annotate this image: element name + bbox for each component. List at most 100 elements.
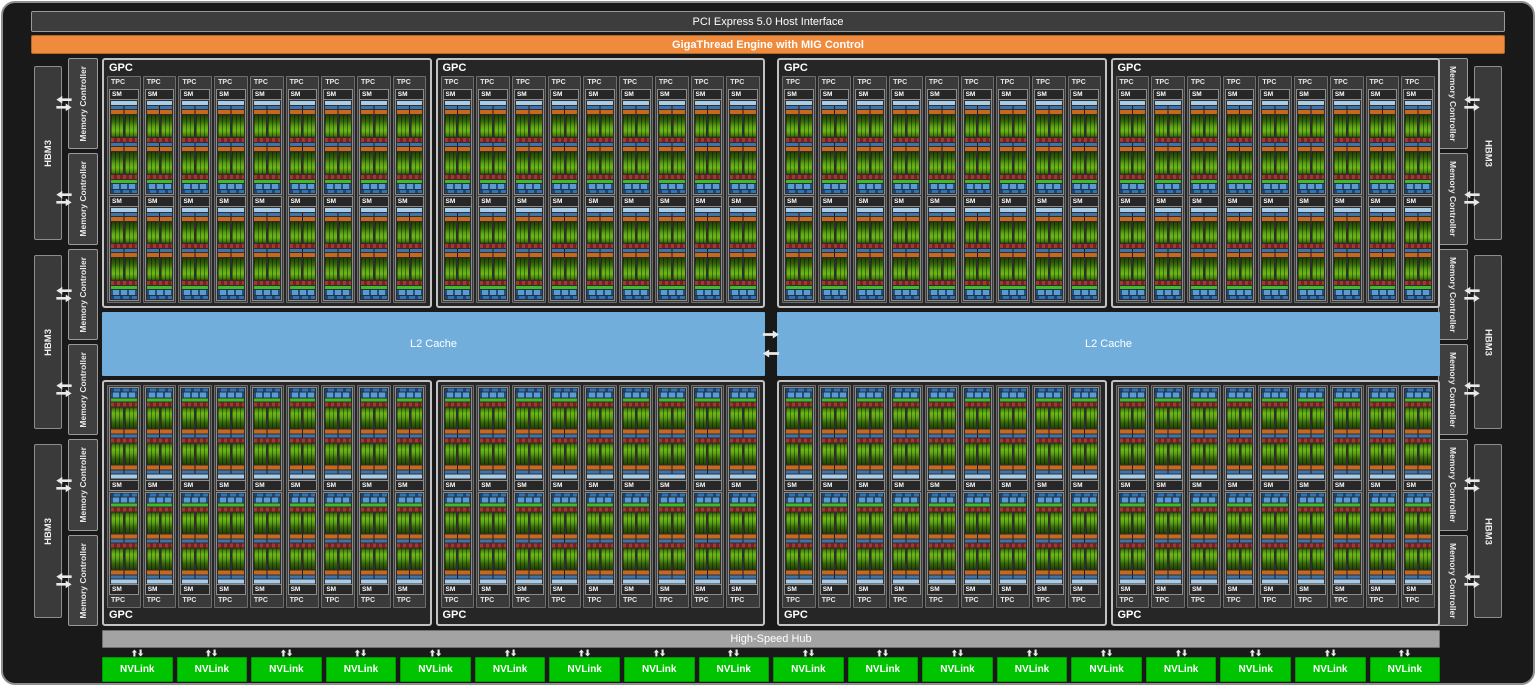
sm-shared-memory-stripe <box>147 180 173 183</box>
sm-core-column <box>1205 115 1217 137</box>
sm-scheduler-stripe <box>1405 213 1431 216</box>
sm-core-column <box>601 258 613 280</box>
sm-texture-units-stripe <box>1298 393 1324 398</box>
sm-shared-memory-stripe <box>361 286 387 289</box>
sm-core-block <box>695 548 721 569</box>
sm-core-block <box>111 548 137 569</box>
sm-core-block <box>587 258 613 280</box>
sm-register-stripe <box>1370 244 1396 248</box>
sm-body <box>1226 388 1254 480</box>
sm-core-block <box>1191 258 1217 280</box>
sm-body <box>324 100 352 194</box>
sm-block: SM <box>395 492 425 596</box>
sm-core-column <box>744 513 756 534</box>
sm-core-column <box>125 444 137 465</box>
sm-register-stripe <box>730 138 756 142</box>
sm-core-block <box>1298 408 1324 429</box>
sm-scheduler-stripe <box>857 213 883 216</box>
sm-scheduler-stripe <box>730 435 756 438</box>
sm-register-stripe <box>1036 138 1062 142</box>
sm-scheduler-stripe <box>1298 471 1324 474</box>
sm-body <box>217 100 245 194</box>
sm-shared-memory-stripe <box>1227 180 1253 183</box>
sm-shared-memory-stripe <box>1334 399 1360 402</box>
sm-shared-memory-stripe <box>786 504 812 507</box>
sm-core-column <box>871 408 883 429</box>
tpc-block: TPCSMSM <box>853 76 887 303</box>
sm-label: SM <box>821 197 849 207</box>
sm-core-block <box>1262 444 1288 465</box>
sm-core-column <box>786 115 798 137</box>
sm-register-stripe <box>929 403 955 407</box>
sm-load-store-stripe <box>1155 190 1181 193</box>
sm-core-column <box>552 408 564 429</box>
sm-core-column <box>1241 408 1253 429</box>
sm-shared-memory-stripe <box>857 399 883 402</box>
sm-scheduler-stripe <box>857 435 883 438</box>
sm-core-column <box>1014 152 1026 174</box>
sm-scheduler-stripe <box>1120 471 1146 474</box>
sm-dispatch-stripe <box>1120 147 1146 151</box>
sm-core-block <box>929 408 955 429</box>
sm-core-block <box>361 115 387 137</box>
sm-register-stripe <box>1298 244 1324 248</box>
sm-dispatch-stripe <box>623 253 649 257</box>
sm-register-stripe <box>1155 281 1181 285</box>
sm-block: SM <box>252 89 282 195</box>
sm-core-column <box>1334 222 1346 244</box>
nvlink-block: NVLink <box>1370 657 1441 682</box>
sm-texture-units-stripe <box>182 290 208 295</box>
sm-core-block <box>659 222 685 244</box>
sm-load-store-stripe <box>290 296 316 299</box>
sm-scheduler-stripe <box>445 106 471 109</box>
sm-register-stripe <box>1120 439 1146 443</box>
sm-texture-units-stripe <box>1298 290 1324 295</box>
sm-shared-memory-stripe <box>1072 180 1098 183</box>
sm-l1-cache-stripe <box>1120 475 1146 479</box>
sm-dispatch-stripe <box>1370 534 1396 538</box>
sm-scheduler-stripe <box>587 575 613 578</box>
sm-register-stripe <box>361 175 387 179</box>
gpc-block: GPCTPCSMSMTPCSMSMTPCSMSMTPCSMSMTPCSMSMTP… <box>102 58 432 308</box>
sm-shared-memory-stripe <box>965 504 991 507</box>
sm-dispatch-stripe <box>111 110 137 114</box>
sm-shared-memory-stripe <box>480 180 506 183</box>
sm-core-column <box>623 513 635 534</box>
tpc-label: TPC <box>963 596 993 606</box>
sm-texture-units-stripe <box>361 290 387 295</box>
sm-scheduler-stripe <box>1298 539 1324 542</box>
sm-l1-cache-stripe <box>1370 475 1396 479</box>
sm-dispatch-stripe <box>786 466 812 470</box>
sm-texture-units-stripe <box>1072 393 1098 398</box>
sm-body <box>729 100 757 194</box>
nvlink-block: NVLink <box>177 657 248 682</box>
sm-core-column <box>530 152 542 174</box>
sm-body <box>729 493 757 585</box>
nvlink-block: NVLink <box>326 657 397 682</box>
tpc-block: TPCSMSM <box>143 76 177 303</box>
sm-core-column <box>1120 444 1132 465</box>
sm-label: SM <box>785 480 813 490</box>
sm-shared-memory-stripe <box>445 180 471 183</box>
sm-core-block <box>111 258 137 280</box>
sm-scheduler-stripe <box>1036 471 1062 474</box>
sm-register-stripe <box>1191 138 1217 142</box>
sm-core-column <box>1276 115 1288 137</box>
sm-core-column <box>978 548 990 569</box>
sm-core-column <box>836 258 848 280</box>
sm-l1-cache-stripe <box>325 579 351 583</box>
sm-label: SM <box>1154 90 1182 100</box>
sm-shared-memory-stripe <box>290 180 316 183</box>
sm-body <box>928 100 956 194</box>
sm-core-block <box>893 115 919 137</box>
sm-scheduler-stripe <box>516 249 542 252</box>
sm-register-stripe <box>182 508 208 512</box>
sm-label: SM <box>217 584 245 594</box>
sm-block: SM <box>1118 196 1148 302</box>
sm-register-stripe <box>893 175 919 179</box>
sm-load-store-stripe <box>1000 296 1026 299</box>
sm-dispatch-stripe <box>325 253 351 257</box>
sm-core-column <box>1241 258 1253 280</box>
sm-body <box>821 493 849 585</box>
sm-shared-memory-stripe <box>1262 504 1288 507</box>
